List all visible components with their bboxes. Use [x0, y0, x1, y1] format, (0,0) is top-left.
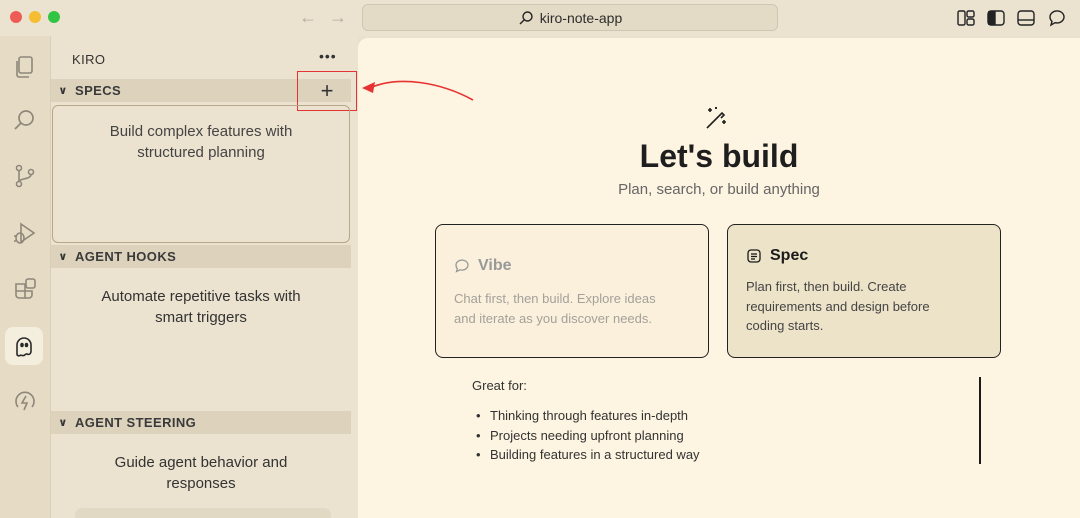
agent-hooks-description: Automate repetitive tasks with smart tri… [51, 286, 351, 328]
spec-card-title: Spec [770, 247, 809, 264]
arrow-right-icon[interactable]: → [326, 6, 350, 28]
agent-hooks-description-line1: Automate repetitive tasks with [101, 288, 301, 305]
chat-icon[interactable] [1047, 8, 1067, 28]
list-item: Projects needing upfront planning [472, 426, 700, 446]
great-for-list: Thinking through features in-depth Proje… [472, 406, 700, 465]
vibe-card-line1: Chat first, then build. Explore ideas [454, 291, 656, 306]
agent-hooks-header-label: AGENT HOOKS [75, 249, 177, 264]
sidebar-left-icon[interactable] [986, 8, 1006, 28]
agent-steering-description: Guide agent behavior and responses [51, 452, 351, 494]
chevron-down-icon: ∨ [58, 417, 68, 429]
kiro-ghost-icon[interactable] [5, 327, 43, 365]
agent-hooks-description-line2: smart triggers [155, 309, 247, 326]
spec-mode-card[interactable]: Spec Plan first, then build. Create requ… [727, 224, 1001, 358]
chat-bubble-icon [455, 259, 469, 273]
specs-description-line2: structured planning [137, 144, 265, 161]
list-item: Building features in a structured way [472, 445, 700, 465]
main-editor-area: Let's build Plan, search, or build anyth… [358, 38, 1080, 518]
project-name: kiro-note-app [539, 9, 623, 26]
arrow-left-icon[interactable]: ← [296, 6, 320, 28]
vibe-card-line2: and iterate as you discover needs. [454, 310, 653, 326]
page-title: Let's build [639, 138, 799, 174]
layout-icon[interactable] [956, 8, 976, 28]
spec-card-line3: coding starts. [746, 318, 824, 333]
sidebar-title: KIRO [72, 52, 106, 67]
agent-steering-description-line2: responses [166, 475, 236, 492]
command-search-bar[interactable]: kiro-note-app [362, 4, 778, 31]
vibe-mode-card[interactable]: Vibe Chat first, then build. Explore ide… [435, 224, 709, 358]
text-cursor-divider [979, 377, 981, 464]
vibe-card-header: Vibe [454, 257, 690, 275]
vibe-card-title: Vibe [478, 257, 512, 274]
close-window-button[interactable] [10, 11, 22, 23]
explorer-icon[interactable] [8, 50, 42, 84]
search-icon [519, 10, 533, 24]
spec-card-line2: requirements and design before [746, 298, 930, 314]
partial-button[interactable] [75, 508, 331, 518]
chevron-down-icon: ∨ [58, 251, 68, 263]
agent-steering-section-header[interactable]: ∨ AGENT STEERING [51, 411, 351, 434]
spec-card-description: Plan first, then build. Create requireme… [746, 277, 982, 336]
run-debug-icon[interactable] [8, 216, 42, 250]
great-for-title: Great for: [472, 378, 527, 393]
panel-bottom-icon[interactable] [1016, 8, 1036, 28]
search-icon[interactable] [8, 103, 42, 137]
title-bar: ← → kiro-note-app [0, 0, 1080, 36]
agent-steering-description-line1: Guide agent behavior and [114, 454, 288, 471]
vibe-card-description: Chat first, then build. Explore ideas an… [454, 289, 690, 328]
spec-card-header: Spec [746, 247, 982, 265]
agent-steering-header-label: AGENT STEERING [75, 415, 197, 430]
specs-empty-state[interactable]: Build complex features with structured p… [52, 105, 350, 243]
agent-hooks-section-header[interactable]: ∨ AGENT HOOKS [51, 245, 351, 268]
extensions-icon[interactable] [8, 272, 42, 306]
power-icon[interactable] [8, 385, 42, 419]
chevron-down-icon: ∨ [58, 85, 68, 97]
source-control-icon[interactable] [8, 159, 42, 193]
magic-wand-icon [706, 107, 726, 129]
specs-header-label: SPECS [75, 83, 122, 98]
page-subtitle: Plan, search, or build anything [618, 181, 820, 198]
maximize-window-button[interactable] [48, 11, 60, 23]
document-list-icon [747, 249, 761, 263]
spec-card-line1: Plan first, then build. Create [746, 279, 907, 294]
more-actions-icon[interactable]: ••• [319, 48, 337, 64]
activity-bar [0, 36, 51, 518]
list-item: Thinking through features in-depth [472, 406, 700, 426]
minimize-window-button[interactable] [29, 11, 41, 23]
specs-description-line1: Build complex features with [109, 123, 293, 140]
kiro-sidebar: KIRO ••• ∨ SPECS + Build complex feature… [51, 36, 358, 518]
